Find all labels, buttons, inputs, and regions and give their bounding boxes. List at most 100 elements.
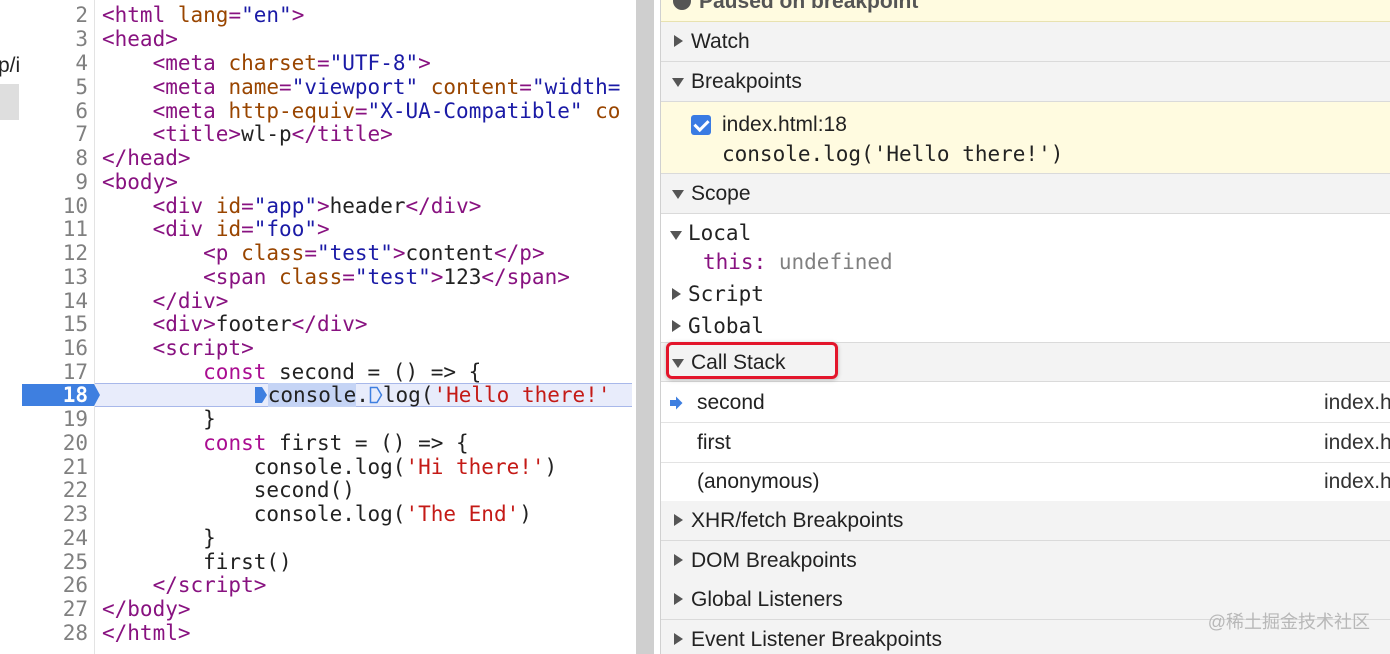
line-number[interactable]: 14 — [22, 289, 88, 313]
line-number[interactable]: 2 — [22, 3, 88, 27]
line-number[interactable]: 17 — [22, 360, 88, 384]
code-line[interactable]: 2 <html lang="en"> — [22, 3, 632, 27]
code-line[interactable]: 3 <head> — [22, 27, 632, 51]
scope-property-this[interactable]: this: undefined — [703, 246, 893, 278]
code-line[interactable]: 24 } — [22, 526, 632, 550]
code-text: console.log('Hi there!') — [102, 455, 558, 479]
code-line[interactable]: 16 <script> — [22, 336, 632, 360]
code-text: <body> — [102, 170, 178, 194]
line-number[interactable]: 23 — [22, 502, 88, 526]
line-number[interactable]: 27 — [22, 597, 88, 621]
paused-message: Paused on breakpoint — [699, 0, 919, 13]
code-line[interactable]: 5 <meta name="viewport" content="width= — [22, 75, 632, 99]
expand-arrow-icon — [674, 35, 683, 47]
code-line[interactable]: 28 </html> — [22, 621, 632, 645]
line-number[interactable]: 9 — [22, 170, 88, 194]
execution-position-icon — [254, 387, 267, 403]
code-line[interactable]: 20 const first = () => { — [22, 431, 632, 455]
code-line[interactable]: 23 console.log('The End') — [22, 502, 632, 526]
code-line[interactable]: 13 <span class="test">123</span> — [22, 265, 632, 289]
call-frame[interactable]: first index.h — [661, 423, 1390, 463]
splitter-handle[interactable] — [636, 0, 654, 654]
line-number[interactable]: 16 — [22, 336, 88, 360]
code-line[interactable]: 14 </div> — [22, 289, 632, 313]
code-text: second() — [102, 478, 355, 502]
line-number[interactable]: 26 — [22, 573, 88, 597]
line-number[interactable]: 25 — [22, 550, 88, 574]
line-number[interactable]: 19 — [22, 407, 88, 431]
info-icon — [673, 0, 691, 10]
section-scope[interactable]: Scope — [661, 174, 1390, 214]
code-text: </body> — [102, 597, 191, 621]
frame-location[interactable]: index.h — [1324, 462, 1390, 502]
panel-splitter[interactable] — [632, 0, 660, 654]
code-text: <meta http-equiv="X-UA-Compatible" co — [152, 99, 621, 123]
code-line[interactable]: 22 second() — [22, 478, 632, 502]
line-number[interactable]: 4 — [22, 51, 88, 75]
code-line[interactable]: 4 <meta charset="UTF-8"> — [22, 51, 632, 75]
line-number[interactable]: 6 — [22, 99, 88, 123]
call-frame[interactable]: (anonymous) index.h — [661, 462, 1390, 502]
frame-location[interactable]: index.h — [1324, 383, 1390, 423]
scope-script[interactable]: Script — [661, 278, 1390, 310]
code-line[interactable]: 15 <div>footer</div> — [22, 312, 632, 336]
line-number[interactable]: 22 — [22, 478, 88, 502]
line-number[interactable]: 15 — [22, 312, 88, 336]
code-text: console. log('Hello there!' — [102, 383, 610, 407]
code-line[interactable]: 8 </head> — [22, 146, 632, 170]
section-title: Global Listeners — [691, 588, 843, 611]
line-number[interactable]: 11 — [22, 217, 88, 241]
frame-function: first — [697, 431, 731, 454]
scope-global[interactable]: Global — [661, 310, 1390, 342]
code-line[interactable]: 7 <title>wl-p</title> — [22, 122, 632, 146]
code-line[interactable]: 26 </script> — [22, 573, 632, 597]
collapse-arrow-icon — [670, 231, 682, 240]
code-line[interactable]: 19 } — [22, 407, 632, 431]
code-line[interactable]: 11 <div id="foo"> — [22, 217, 632, 241]
breakpoint-item[interactable]: index.html:18 console.log('Hello there!'… — [661, 102, 1390, 174]
line-number[interactable]: 3 — [22, 27, 88, 51]
code-text: } — [102, 407, 216, 431]
frame-location[interactable]: index.h — [1324, 423, 1390, 463]
scope-local[interactable]: Local — [661, 217, 1390, 249]
code-line[interactable]: 9 <body> — [22, 170, 632, 194]
current-frame-arrow-icon — [670, 396, 683, 410]
line-number[interactable]: 7 — [22, 122, 88, 146]
line-number[interactable]: 10 — [22, 194, 88, 218]
line-number[interactable]: 21 — [22, 455, 88, 479]
code-text: <div>footer</div> — [152, 312, 368, 336]
code-line[interactable]: 25 first() — [22, 550, 632, 574]
source-editor[interactable]: 2 <html lang="en"> 3 <head> 4 <meta charse… — [22, 0, 632, 654]
code-line[interactable]: 21 console.log('Hi there!') — [22, 455, 632, 479]
code-line[interactable]: 6 <meta http-equiv="X-UA-Compatible" co — [22, 99, 632, 123]
line-number[interactable]: 20 — [22, 431, 88, 455]
call-frame[interactable]: second index.h — [661, 383, 1390, 423]
code-line[interactable]: 12 <p class="test">content</p> — [22, 241, 632, 265]
section-xhr-breakpoints[interactable]: XHR/fetch Breakpoints — [661, 501, 1390, 541]
section-dom-breakpoints[interactable]: DOM Breakpoints — [661, 541, 1390, 581]
property-key: this: — [703, 250, 767, 274]
line-number[interactable]: 24 — [22, 526, 88, 550]
section-breakpoints[interactable]: Breakpoints — [661, 62, 1390, 102]
code-text: } — [102, 526, 216, 550]
code-line[interactable]: 10 <div id="app">header</div> — [22, 194, 632, 218]
line-number[interactable]: 8 — [22, 146, 88, 170]
line-number[interactable]: 13 — [22, 265, 88, 289]
continue-to-here-icon[interactable] — [369, 386, 383, 404]
section-watch[interactable]: Watch — [661, 22, 1390, 62]
code-line[interactable]: 17 const second = () => { — [22, 360, 632, 384]
paused-banner: Paused on breakpoint — [661, 0, 1390, 22]
code-text: <p class="test">content</p> — [203, 241, 545, 265]
breakpoint-checkbox[interactable] — [691, 115, 711, 135]
line-number[interactable]: 5 — [22, 75, 88, 99]
code-line[interactable]: 27 </body> — [22, 597, 632, 621]
breakpoint-location[interactable]: index.html:18 — [722, 113, 847, 137]
line-number[interactable]: 12 — [22, 241, 88, 265]
section-title: Breakpoints — [691, 70, 802, 93]
line-number[interactable]: 18 — [22, 383, 88, 407]
code-text: <meta charset="UTF-8"> — [152, 51, 431, 75]
collapse-arrow-icon — [672, 190, 684, 199]
execution-line[interactable]: 18 console. log('Hello there!' — [22, 383, 632, 407]
line-number[interactable]: 28 — [22, 621, 88, 645]
left-panel-selection[interactable] — [0, 84, 19, 120]
